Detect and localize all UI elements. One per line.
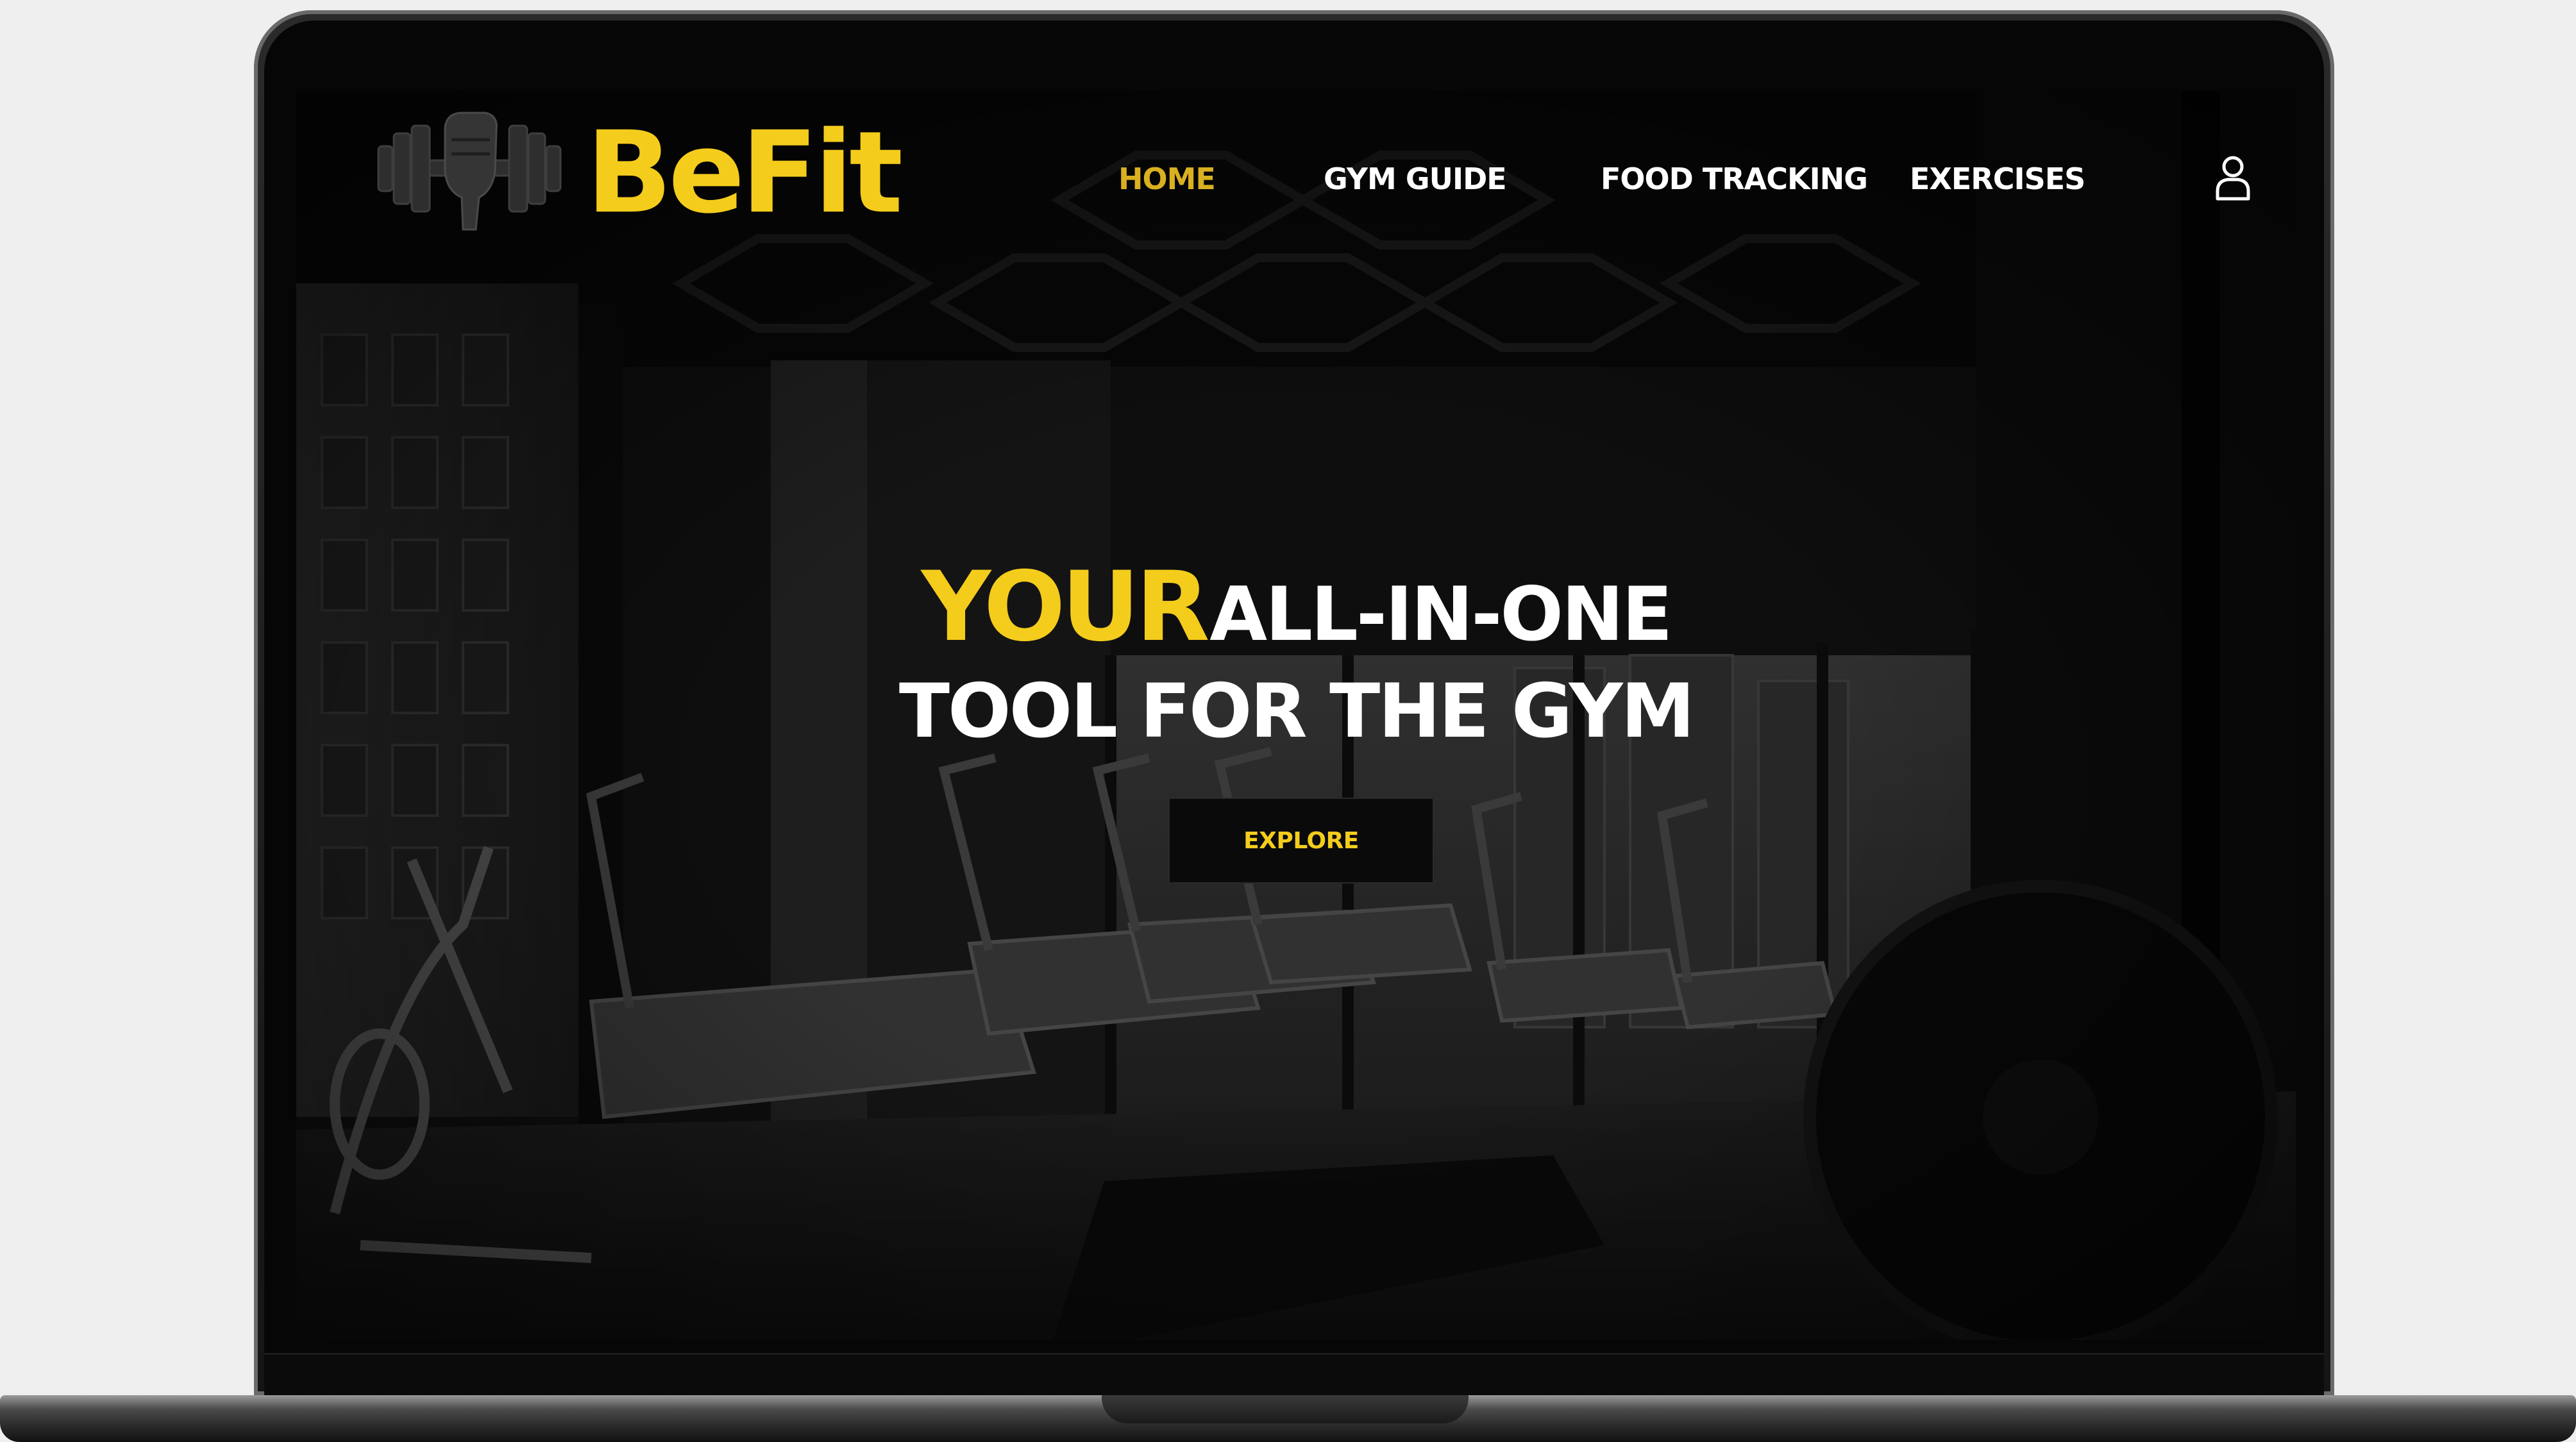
hero-headline-line1: YOUR ALL-IN-ONE <box>296 559 2296 655</box>
hero-headline-rest: ALL-IN-ONE <box>1209 571 1672 658</box>
hero-section: YOUR ALL-IN-ONE TOOL FOR THE GYM EXPLORE <box>296 91 2296 1340</box>
website-screen: BeFit HOME GYM GUIDE FOOD TRACKING EXERC… <box>296 91 2296 1340</box>
hero-headline-accent: YOUR <box>921 551 1210 663</box>
screen-bottom-bezel <box>264 1353 2324 1397</box>
hero-headline-line2: TOOL FOR THE GYM <box>898 668 1695 755</box>
explore-button[interactable]: EXPLORE <box>1168 798 1434 884</box>
laptop-notch <box>1102 1395 1469 1423</box>
